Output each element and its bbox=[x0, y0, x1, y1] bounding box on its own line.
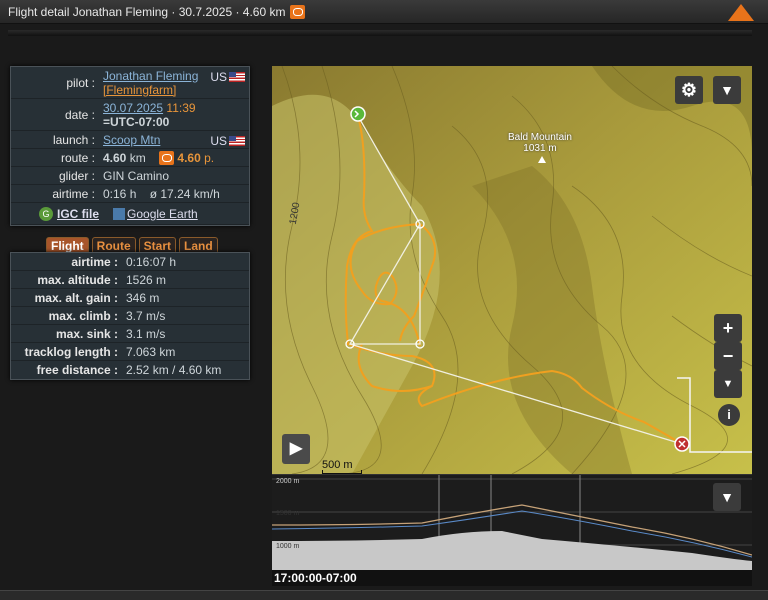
zoom-in-button[interactable]: + bbox=[714, 314, 742, 342]
stat-value: 346 m bbox=[126, 290, 160, 305]
stat-value: 7.063 km bbox=[126, 344, 176, 359]
profile-y-label: 1500 m bbox=[276, 510, 300, 517]
stat-label: airtime : bbox=[71, 254, 118, 269]
launch-label: launch : bbox=[52, 132, 95, 147]
avg-speed: ø 17.24 km/h bbox=[149, 186, 220, 201]
terrain-layer bbox=[272, 66, 752, 474]
glider-label: glider : bbox=[58, 168, 95, 183]
altitude-profile[interactable]: 2000 m 1500 m 1000 m ▼ bbox=[272, 474, 752, 570]
route-type-icon bbox=[159, 150, 175, 165]
route-type-icon bbox=[289, 5, 305, 19]
flight-info-panel: pilot : Jonathan Fleming [Flemingfarm] U… bbox=[10, 66, 250, 226]
pilot-country: US bbox=[210, 70, 245, 84]
profile-y-label: 1000 m bbox=[276, 543, 300, 550]
zoom-out-button[interactable]: − bbox=[714, 342, 742, 370]
info-icon[interactable]: i bbox=[718, 404, 740, 426]
stat-value: 0:16:07 h bbox=[126, 254, 177, 269]
window-title: Flight detail Jonathan Fleming · 30.7.20… bbox=[8, 5, 305, 19]
igc-icon: G bbox=[39, 206, 53, 221]
pilot-club-link[interactable]: [Flemingfarm] bbox=[103, 83, 249, 97]
route-points: 4.60 bbox=[177, 150, 201, 165]
cursor-time: 17:00:00-07:00 bbox=[274, 571, 357, 585]
route-points-unit: p. bbox=[204, 150, 215, 165]
chevron-down-icon[interactable]: ▼ bbox=[713, 76, 741, 104]
scale-bar: 500 m bbox=[322, 459, 362, 474]
brand-logo-icon[interactable] bbox=[728, 4, 754, 21]
profile-y-label: 2000 m bbox=[276, 478, 300, 485]
igc-file-link[interactable]: IGC file bbox=[57, 207, 99, 221]
time-cursor-bar: 17:00:00-07:00 bbox=[272, 570, 752, 586]
us-flag-icon bbox=[229, 135, 245, 146]
route-km-unit: km bbox=[129, 150, 146, 165]
date-label: date : bbox=[64, 107, 95, 122]
stat-label: tracklog length : bbox=[24, 344, 118, 359]
route-label: route : bbox=[60, 150, 95, 165]
launch-link[interactable]: Scoop Mtn bbox=[103, 133, 160, 147]
timezone: =UTC-07:00 bbox=[103, 114, 170, 129]
stat-label: free distance : bbox=[36, 363, 118, 377]
stat-value: 3.1 m/s bbox=[126, 326, 166, 341]
scale-label: 500 m bbox=[322, 459, 353, 471]
flight-time: 11:39 bbox=[166, 100, 196, 115]
launch-country: US bbox=[210, 134, 245, 148]
play-button[interactable]: ▶ bbox=[282, 434, 310, 464]
stat-value: 1526 m bbox=[126, 272, 167, 287]
us-flag-icon bbox=[229, 71, 245, 82]
google-earth-icon bbox=[113, 207, 126, 220]
flight-map[interactable]: Bald Mountain 1031 m 1200 ⚙ ▼ + − ▼ i ▶ 5… bbox=[272, 66, 752, 474]
airtime-label: airtime : bbox=[52, 186, 95, 201]
profile-chevron-down-icon[interactable]: ▼ bbox=[713, 483, 741, 511]
route-km: 4.60 bbox=[103, 150, 127, 165]
google-earth-link[interactable]: Google Earth bbox=[127, 207, 198, 221]
stat-label: max. altitude : bbox=[37, 272, 118, 287]
date-link[interactable]: 30.07.2025 bbox=[103, 101, 163, 115]
stat-label: max. sink : bbox=[55, 326, 118, 341]
bottom-bar bbox=[0, 590, 768, 600]
title-bar: Flight detail Jonathan Fleming · 30.7.20… bbox=[0, 0, 768, 24]
pilot-label: pilot : bbox=[66, 75, 95, 90]
glider-name: GIN Camino bbox=[103, 168, 170, 183]
stat-label: max. alt. gain : bbox=[34, 290, 118, 305]
flight-stats-panel: airtime : 0:16:07 h max. altitude : 1526 m… bbox=[10, 252, 250, 380]
map-layers-chevron-icon[interactable]: ▼ bbox=[714, 370, 742, 398]
altitude-profile-chart: 2000 m 1500 m 1000 m bbox=[272, 475, 752, 570]
stat-label: max. climb : bbox=[48, 308, 118, 323]
gear-icon[interactable]: ⚙ bbox=[675, 76, 703, 104]
stat-value: 2.52 km / 4.60 km bbox=[126, 363, 222, 377]
stat-value: 3.7 m/s bbox=[126, 308, 166, 323]
airtime-value: 0:16 h bbox=[103, 186, 137, 201]
peak-label: Bald Mountain 1031 m bbox=[508, 132, 572, 154]
separator bbox=[8, 30, 752, 36]
